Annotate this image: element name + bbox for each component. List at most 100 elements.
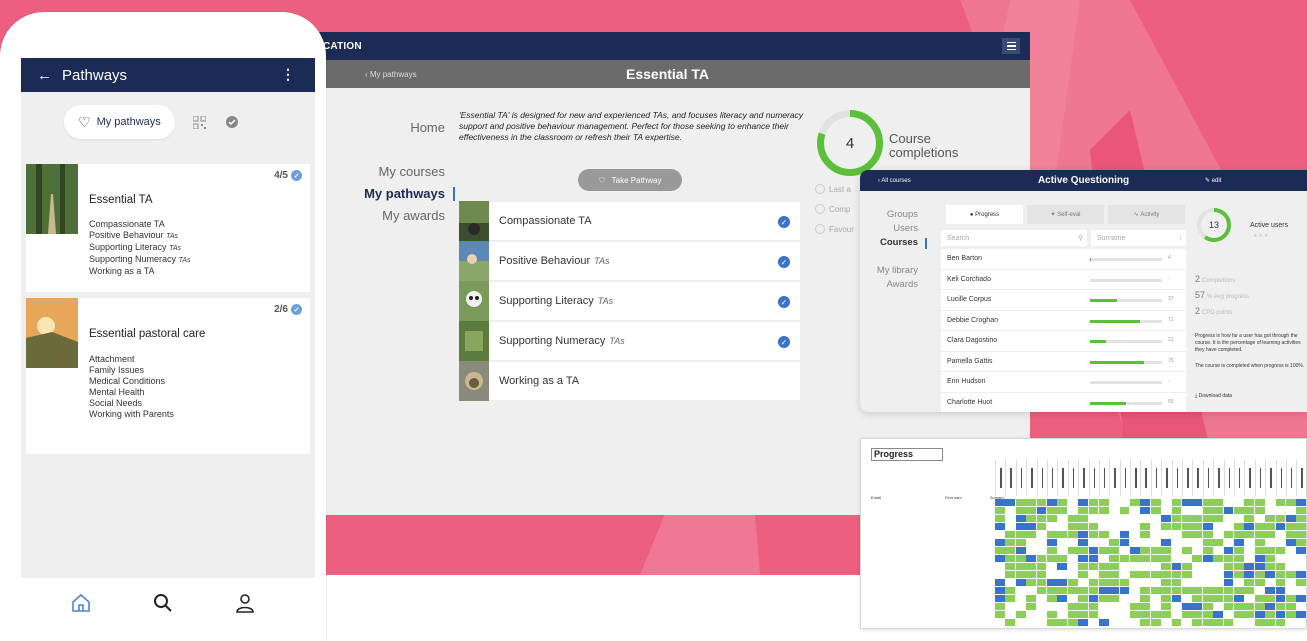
grid-cell xyxy=(1213,570,1223,579)
pathway-course: Attachment xyxy=(89,354,135,364)
grid-cell xyxy=(1244,522,1255,531)
grid-cell xyxy=(1254,546,1265,555)
column-header xyxy=(1088,460,1099,496)
tab-my-pathways[interactable]: ♡ My pathways xyxy=(64,105,175,139)
activity-icon: ∿ xyxy=(1133,212,1141,218)
pathway-card[interactable]: 2/6 ✓ Essential pastoral care Attachment … xyxy=(26,298,310,454)
avg-progress-stat: 57% Avg progress xyxy=(1195,290,1249,300)
grid-cell xyxy=(1254,562,1265,571)
grid-cell xyxy=(1140,546,1151,555)
hamburger-menu-icon[interactable] xyxy=(1002,38,1020,54)
grid-cell xyxy=(1130,594,1140,603)
grid-cell xyxy=(1067,499,1078,507)
course-thumbnail xyxy=(459,201,489,241)
grid-cell xyxy=(1265,499,1275,507)
grid-cell xyxy=(1088,506,1099,515)
grid-cell xyxy=(1078,602,1088,611)
tab-activity[interactable]: ∿ Activity xyxy=(1108,205,1185,224)
grid-cell xyxy=(1213,546,1223,555)
user-name: Clara Dagostino xyxy=(947,337,998,345)
tab-progress[interactable]: ● Progress xyxy=(946,205,1023,224)
grid-cell xyxy=(1140,499,1151,507)
user-name: Charlotte Huot xyxy=(947,398,993,406)
user-icon[interactable] xyxy=(234,592,256,614)
tab-self-eval[interactable]: ✦ Self-eval xyxy=(1027,205,1104,224)
grid-cell xyxy=(1285,514,1296,523)
edit-link[interactable]: ✎ edit xyxy=(1205,177,1221,184)
grid-cell xyxy=(1098,562,1109,571)
grid-cell xyxy=(1036,594,1047,603)
grid-cell xyxy=(1109,546,1120,555)
user-row[interactable]: Debbie Croghan 71 xyxy=(941,310,1186,331)
grid-cell xyxy=(1223,514,1234,523)
nav-my-pathways[interactable]: My pathways xyxy=(345,183,455,205)
pathway-card-image xyxy=(26,164,78,234)
grid-cell xyxy=(1171,602,1182,611)
nav-users[interactable]: Users xyxy=(860,222,918,236)
pathway-card[interactable]: 4/5 ✓ Essential TA Compassionate TA Posit… xyxy=(26,164,310,292)
surname-sort-input[interactable]: Surname ↑ xyxy=(1091,230,1186,246)
user-row[interactable]: Erin Hudson - xyxy=(941,372,1186,393)
user-row[interactable]: Clara Dagostino 21 xyxy=(941,331,1186,352)
user-row[interactable]: Lucille Corpus 37 xyxy=(941,290,1186,311)
grid-cell xyxy=(1192,514,1203,523)
phone-bottom-nav xyxy=(0,578,326,641)
course-row[interactable]: Compassionate TA ✓ xyxy=(459,201,800,242)
nav-courses[interactable]: Courses xyxy=(860,236,927,250)
course-row[interactable]: Supporting Literacy TAs ✓ xyxy=(459,281,800,322)
grid-cell xyxy=(1182,562,1192,571)
nav-my-awards[interactable]: My awards xyxy=(345,205,445,227)
grid-cell xyxy=(1182,538,1192,547)
grid-cell xyxy=(1182,506,1192,515)
grid-cell xyxy=(1057,610,1068,619)
brand-text: CATION xyxy=(323,40,362,52)
column-header xyxy=(1057,460,1067,496)
nav-my-library[interactable]: My library xyxy=(860,264,918,278)
grid-cell xyxy=(1119,570,1130,579)
back-arrow-icon[interactable]: ← xyxy=(37,67,52,84)
nav-my-courses[interactable]: My courses xyxy=(345,161,445,183)
grid-cell xyxy=(1036,618,1047,627)
more-menu-icon[interactable]: ⋮ xyxy=(281,66,295,83)
nav-home[interactable]: Home xyxy=(345,117,445,139)
search-icon[interactable] xyxy=(152,592,174,614)
user-row[interactable]: Ben Barton 4 xyxy=(941,249,1186,270)
grid-cell xyxy=(995,546,1005,555)
progress-fill xyxy=(1090,319,1141,323)
search-input[interactable]: Search ⚲ xyxy=(941,230,1087,246)
grid-cell xyxy=(1057,594,1068,603)
grid-cell xyxy=(1067,602,1078,611)
user-progress-bar xyxy=(1090,278,1162,282)
course-list: Compassionate TA ✓ Positive Behaviour TAs… xyxy=(459,201,800,402)
grid-cell xyxy=(1182,546,1192,555)
heart-icon: ♡ xyxy=(78,113,91,130)
grid-cell xyxy=(1213,562,1223,571)
grid-cell xyxy=(1233,618,1244,627)
all-courses-back-link[interactable]: ‹ All courses xyxy=(878,178,911,184)
nav-awards[interactable]: Awards xyxy=(860,278,918,292)
grid-cell xyxy=(1233,514,1244,523)
course-row[interactable]: Supporting Numeracy TAs ✓ xyxy=(459,321,800,362)
grid-cell xyxy=(1161,538,1172,547)
take-pathway-button[interactable]: ♡ Take Pathway xyxy=(578,169,682,191)
user-row[interactable]: Charlotte Huot 50 xyxy=(941,392,1186,412)
grid-cell xyxy=(1171,530,1182,539)
user-row[interactable]: Keli Corchado - xyxy=(941,269,1186,290)
grid-cell xyxy=(1036,602,1047,611)
grid-cell xyxy=(1171,610,1182,619)
grid-cell xyxy=(1067,562,1078,571)
course-row[interactable]: Working as a TA xyxy=(459,361,800,402)
user-row[interactable]: Pamella Gattis 75 xyxy=(941,351,1186,372)
column-header xyxy=(1046,460,1057,496)
verified-badge-icon[interactable] xyxy=(225,115,239,129)
nav-groups[interactable]: Groups xyxy=(860,208,918,222)
grid-cell xyxy=(1254,506,1265,515)
grid-cell xyxy=(1140,578,1151,587)
grid-cell xyxy=(1130,578,1140,587)
grid-cell xyxy=(1130,586,1140,595)
download-data-link[interactable]: ⤓ Download data xyxy=(1195,393,1232,399)
back-link[interactable]: ‹ My pathways xyxy=(365,70,417,79)
course-row[interactable]: Positive Behaviour TAs ✓ xyxy=(459,241,800,282)
qr-code-icon[interactable] xyxy=(193,115,207,129)
home-icon[interactable] xyxy=(70,592,92,614)
